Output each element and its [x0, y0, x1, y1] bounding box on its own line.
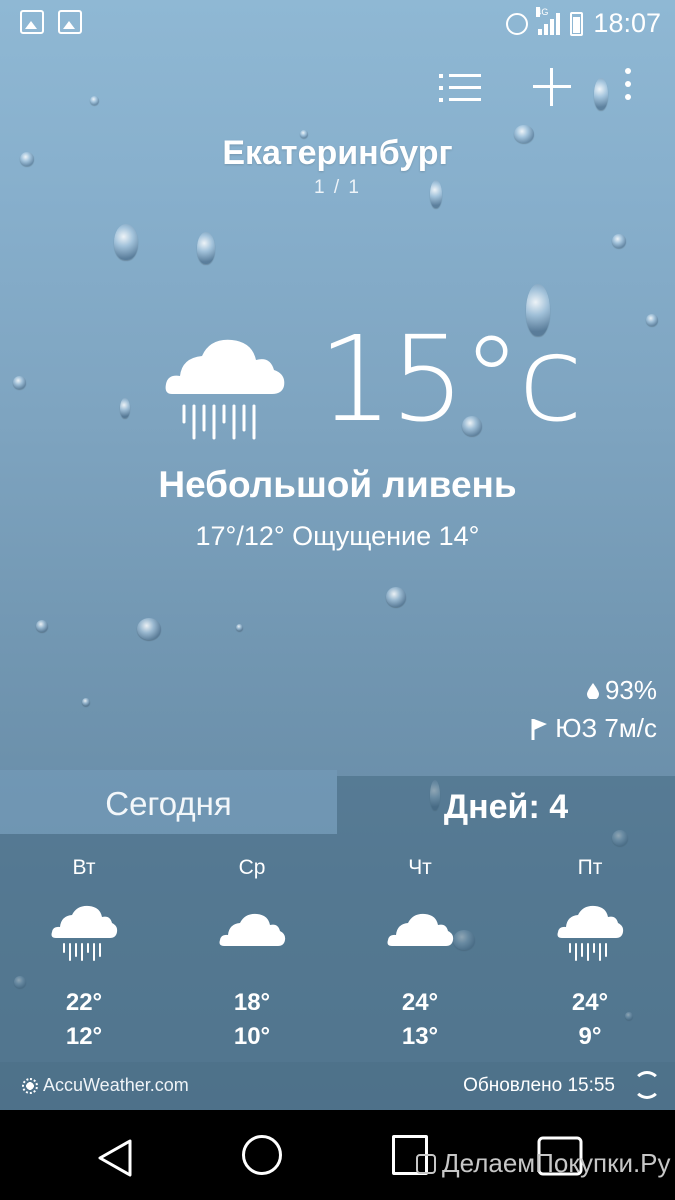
status-bar: 4G 18:07: [0, 0, 675, 46]
accuweather-link[interactable]: AccuWeather.com: [22, 1075, 189, 1096]
more-options-icon[interactable]: [623, 68, 633, 106]
high-temp: 18°: [233, 989, 271, 1016]
humidity-drop-icon: [586, 682, 599, 699]
current-temperature: 15°c: [318, 310, 583, 448]
home-icon[interactable]: [242, 1135, 282, 1175]
rain-shower-icon: [165, 339, 285, 440]
high-temp: 24°: [401, 989, 439, 1016]
low-temp: 10°: [233, 1023, 271, 1050]
watermark: ДелаемПокупки.Ру: [416, 1148, 671, 1179]
wind-flag-icon: [531, 718, 548, 740]
forecast-panel: Вт 22° 12° Ср 18° 10° Чт 24° 13° Пт 24° …: [0, 834, 675, 1062]
navigation-bar: ДелаемПокупки.Ру: [0, 1110, 675, 1200]
humidity-value: 93%: [604, 675, 657, 705]
condition-text: Небольшой ливень: [158, 464, 517, 505]
signal-icon: 4G: [536, 6, 561, 35]
provider-name: AccuWeather.com: [43, 1075, 189, 1095]
wind-value: ЮЗ 7м/с: [555, 713, 657, 743]
clock: 18:07: [593, 8, 661, 38]
cloud-icon: [219, 913, 286, 946]
temperature-range-feels: 17°/12° Ощущение 14°: [195, 521, 480, 551]
gallery-icon: [20, 10, 44, 34]
forecast-tabs: Сегодня Дней: 4: [0, 770, 675, 834]
cloud-icon: [387, 913, 454, 946]
wind: ЮЗ 7м/с: [531, 713, 657, 744]
tab-days[interactable]: Дней: 4: [337, 776, 675, 834]
low-temp: 12°: [65, 1023, 103, 1050]
day-name: Ср: [238, 856, 266, 879]
high-temp: 22°: [65, 989, 103, 1016]
network-type: 4G: [536, 6, 549, 17]
rain-shower-icon: [557, 905, 624, 961]
battery-icon: [570, 11, 584, 36]
high-temp: 24°: [571, 989, 609, 1016]
humidity: 93%: [586, 675, 657, 706]
watermark-logo-icon: [416, 1153, 436, 1174]
page-indicator: 1 / 1: [314, 177, 361, 198]
rain-shower-icon: [51, 905, 118, 961]
day-name: Чт: [408, 856, 432, 879]
tab-today[interactable]: Сегодня: [0, 770, 337, 834]
city-list-icon[interactable]: [439, 70, 483, 106]
watermark-text: ДелаемПокупки.Ру: [442, 1148, 671, 1178]
refresh-icon[interactable]: [633, 1071, 661, 1099]
day-name: Пт: [577, 856, 603, 879]
updated-time: Обновлено 15:55: [463, 1075, 615, 1096]
city-name: Екатеринбург: [222, 134, 453, 172]
back-icon[interactable]: [96, 1138, 134, 1178]
app-toolbar: [435, 66, 675, 110]
low-temp: 9°: [578, 1023, 602, 1050]
day-name: Вт: [72, 856, 96, 879]
app-notification-icon: [58, 10, 82, 34]
low-temp: 13°: [401, 1023, 439, 1050]
add-city-icon[interactable]: [531, 66, 573, 108]
alarm-icon: [506, 12, 529, 35]
footer-bar: AccuWeather.com Обновлено 15:55: [0, 1062, 675, 1110]
accuweather-sun-icon: [22, 1077, 38, 1094]
